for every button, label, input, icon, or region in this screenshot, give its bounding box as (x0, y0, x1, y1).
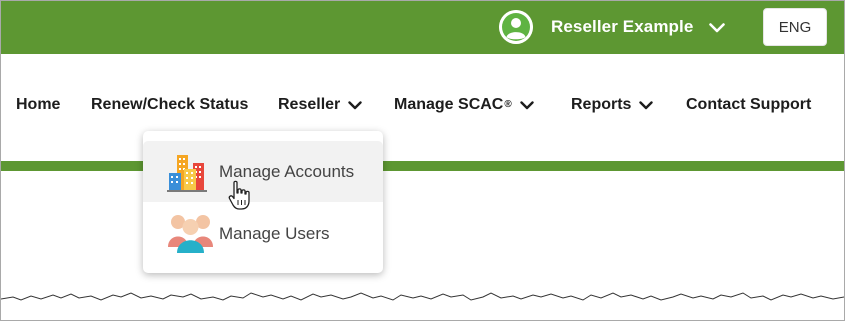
reseller-dropdown-menu: Manage Accounts Manage Users (143, 131, 383, 273)
language-button[interactable]: ENG (763, 8, 827, 46)
nav-manage-scac[interactable]: Manage SCAC ® (394, 96, 534, 114)
nav-reports-label: Reports (571, 96, 632, 113)
chevron-down-icon (520, 100, 534, 110)
top-header-bar: Reseller Example ENG (1, 1, 844, 54)
user-menu[interactable]: Reseller Example (499, 8, 726, 46)
chevron-down-icon (348, 100, 362, 110)
torn-edge-decoration (1, 292, 844, 320)
hand-pointer-cursor-icon (227, 180, 253, 217)
section-divider-bar (1, 161, 844, 171)
chevron-down-icon (709, 23, 726, 33)
nav-contact-support[interactable]: Contact Support (686, 96, 811, 114)
main-nav: Home Renew/Check Status Reseller Manage … (1, 96, 844, 120)
users-group-icon (167, 211, 213, 253)
nav-contact-support-label: Contact Support (686, 96, 812, 113)
nav-home-label: Home (16, 96, 61, 113)
menu-item-manage-accounts[interactable]: Manage Accounts (143, 141, 383, 202)
nav-renew-check-status[interactable]: Renew/Check Status (91, 96, 248, 114)
menu-item-manage-users[interactable]: Manage Users (143, 203, 383, 264)
nav-reseller-label: Reseller (278, 96, 341, 113)
app-window: Reseller Example ENG Home Renew/Check St… (0, 0, 845, 321)
user-name: Reseller Example (551, 17, 694, 36)
menu-item-label: Manage Accounts (219, 161, 355, 181)
nav-renew-label: Renew/Check Status (91, 96, 249, 113)
chevron-down-icon (639, 100, 654, 110)
user-avatar-icon (499, 10, 533, 44)
nav-reseller[interactable]: Reseller (278, 96, 362, 114)
nav-manage-scac-label: Manage SCAC (394, 96, 504, 113)
nav-home[interactable]: Home (16, 96, 60, 114)
nav-reports[interactable]: Reports (571, 96, 654, 114)
menu-item-label: Manage Users (219, 223, 330, 243)
buildings-icon (167, 151, 211, 193)
